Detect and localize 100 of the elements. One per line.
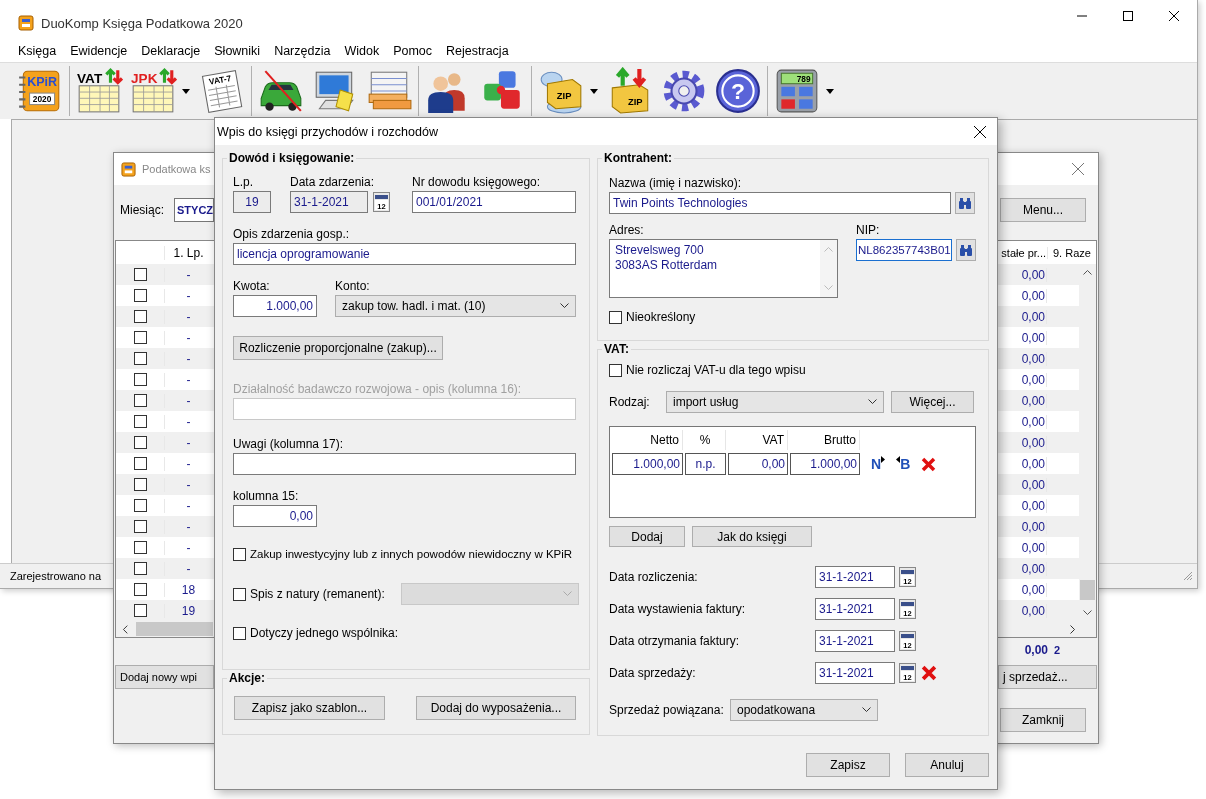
delete-icon[interactable] <box>921 456 937 472</box>
date-field[interactable]: 31-1-2021 <box>815 662 895 684</box>
table-cell: - <box>164 330 212 345</box>
add-entry-button[interactable]: Dodaj nowy wpi <box>115 665 214 689</box>
sale-button[interactable]: j sprzedaż... <box>998 665 1097 689</box>
chevron-icon <box>862 707 871 713</box>
as-ledger-button[interactable]: Jak do księgi <box>692 526 812 547</box>
checkbox[interactable] <box>133 289 147 302</box>
proportional-button[interactable]: Rozliczenie proporcjonalne (zakup)... <box>233 336 443 360</box>
checkbox[interactable] <box>133 604 147 617</box>
table-cell: - <box>164 288 212 303</box>
lookup-button[interactable] <box>955 192 975 214</box>
notes-field[interactable] <box>233 453 576 475</box>
column-15-field[interactable]: 0,00 <box>233 505 317 527</box>
menu-item[interactable]: Słowniki <box>207 44 268 58</box>
clear-icon[interactable] <box>921 665 937 681</box>
save-button[interactable]: Zapisz <box>806 753 890 777</box>
menu-button[interactable]: Menu... <box>1000 198 1086 222</box>
checkbox[interactable] <box>133 394 147 407</box>
vat-type-select[interactable]: import usług <box>666 391 884 413</box>
field-label: Sprzedaż powiązana: <box>609 703 725 717</box>
window-title: Podatkowa ks <box>142 163 211 175</box>
caret-icon[interactable] <box>182 88 190 94</box>
checkbox[interactable] <box>133 352 147 365</box>
add-button[interactable]: Dodaj <box>609 526 685 547</box>
table-cell: - <box>164 393 212 408</box>
address-line: Strevelsweg 700 <box>615 243 705 258</box>
checkbox[interactable] <box>133 478 147 491</box>
field-label: Kwota: <box>233 279 271 293</box>
scroll-left-icon[interactable] <box>122 624 128 634</box>
checkbox[interactable] <box>133 331 147 344</box>
menu-item[interactable]: Widok <box>337 44 387 58</box>
menu-item[interactable]: Rejestracja <box>439 44 516 58</box>
month-select[interactable]: STYCZ <box>174 198 214 222</box>
binoculars-icon <box>958 196 972 210</box>
save-template-button[interactable]: Zapisz jako szablon... <box>234 696 385 720</box>
date-field[interactable]: 31-1-2021 <box>290 191 368 213</box>
amount-field[interactable]: 1.000,00 <box>233 295 317 317</box>
app-icon <box>18 15 34 31</box>
column-header: Netto <box>612 430 683 450</box>
scroll-down-icon[interactable] <box>1083 610 1092 616</box>
help-icon[interactable]: ? <box>714 67 762 115</box>
field-label: kolumna 15: <box>233 489 300 503</box>
scroll-up-icon[interactable] <box>1083 269 1092 275</box>
checkbox[interactable] <box>133 499 147 512</box>
checkbox[interactable] <box>609 363 622 377</box>
checkbox[interactable] <box>133 310 147 323</box>
menu-item[interactable]: Ewidencje <box>63 44 135 58</box>
checkbox[interactable] <box>233 587 246 601</box>
cancel-button[interactable]: Anuluj <box>905 753 989 777</box>
cell-field[interactable]: 1.000,00 <box>790 453 860 475</box>
maximize-icon[interactable] <box>1123 11 1133 21</box>
menu-item[interactable]: Księga <box>11 44 64 58</box>
more-button[interactable]: Więcej... <box>891 391 974 413</box>
date-field[interactable]: 31-1-2021 <box>815 598 895 620</box>
checkbox[interactable] <box>233 626 246 640</box>
table-cell: - <box>164 372 212 387</box>
checkbox[interactable] <box>133 562 147 575</box>
add-equipment-button[interactable]: Dodaj do wyposażenia... <box>416 696 576 720</box>
chevron-icon <box>868 399 877 405</box>
date-field[interactable]: 31-1-2021 <box>815 566 895 588</box>
checkbox-label: Dotyczy jednego wspólnika: <box>250 626 399 640</box>
table-cell: - <box>164 414 212 429</box>
field-label: L.p. <box>233 175 254 189</box>
checkbox[interactable] <box>609 310 622 324</box>
caret-icon[interactable] <box>826 88 834 94</box>
scroll-right-icon[interactable] <box>1070 624 1076 634</box>
nip-field[interactable]: NL862357743B01 <box>856 239 952 261</box>
menu-item[interactable]: Narzędzia <box>267 44 338 58</box>
document-number-field[interactable]: 001/01/2021 <box>412 191 576 213</box>
resize-grip-icon[interactable] <box>1183 571 1193 581</box>
close-button[interactable]: Zamknij <box>1000 708 1086 732</box>
cell-field[interactable]: 1.000,00 <box>612 453 683 475</box>
research-field[interactable] <box>233 398 576 420</box>
lookup-button[interactable] <box>956 239 976 261</box>
checkbox-label: Nieokreślony <box>626 310 696 324</box>
cell-field[interactable]: n.p. <box>685 453 726 475</box>
caret-icon[interactable] <box>590 88 598 94</box>
status-text: Zarejestrowano na <box>10 570 102 582</box>
date-field[interactable]: 31-1-2021 <box>815 630 895 652</box>
checkbox[interactable] <box>133 268 147 281</box>
checkbox[interactable] <box>133 583 147 596</box>
checkbox[interactable] <box>133 457 147 470</box>
field-label: Data rozliczenia: <box>609 570 699 584</box>
linked-sale-select[interactable]: opodatkowana <box>730 699 878 721</box>
close-icon[interactable] <box>1169 11 1179 21</box>
checkbox[interactable] <box>233 547 246 561</box>
checkbox[interactable] <box>133 373 147 386</box>
close-icon[interactable] <box>974 125 986 138</box>
scroll-thumb[interactable] <box>1080 580 1095 600</box>
checkbox[interactable] <box>133 436 147 449</box>
name-field[interactable]: Twin Points Technologies <box>609 192 951 214</box>
cell-field[interactable]: 0,00 <box>728 453 788 475</box>
menu-item[interactable]: Deklaracje <box>134 44 208 58</box>
checkbox[interactable] <box>133 415 147 428</box>
checkbox[interactable] <box>133 520 147 533</box>
description-field[interactable]: licencja oprogramowanie <box>233 243 576 265</box>
menu-item[interactable]: Pomoc <box>386 44 440 58</box>
account-select[interactable]: zakup tow. hadl. i mat. (10) <box>335 295 576 317</box>
checkbox[interactable] <box>133 541 147 554</box>
